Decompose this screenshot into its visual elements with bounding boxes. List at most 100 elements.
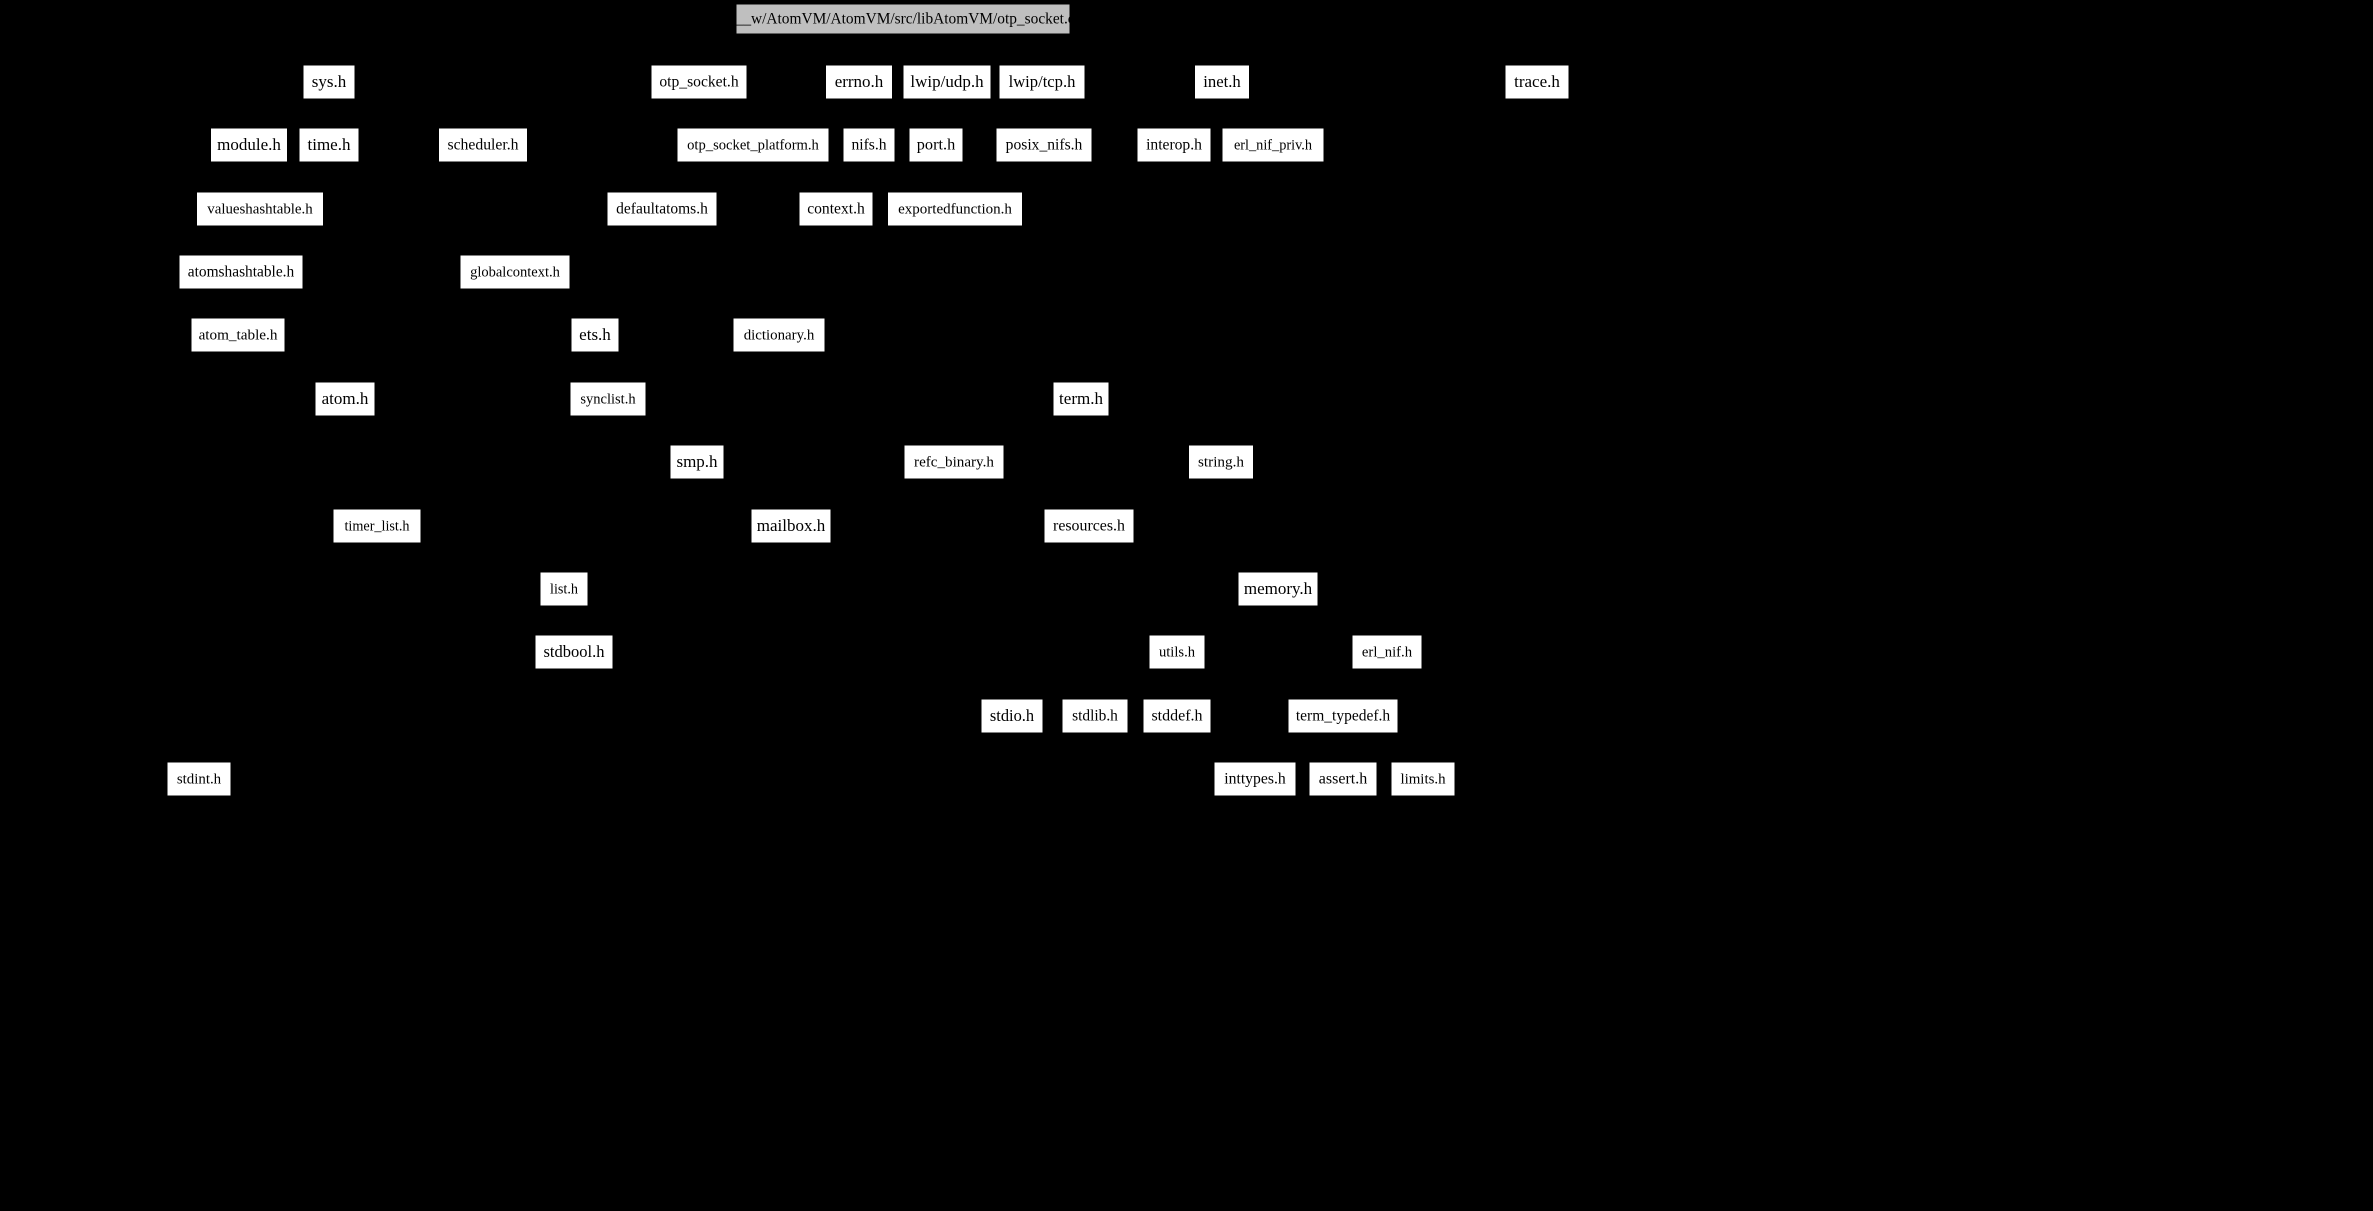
graph-node[interactable]: list.h — [539, 571, 589, 607]
node-box[interactable] — [539, 571, 589, 607]
graph-node[interactable]: resources.h — [1043, 508, 1135, 544]
node-box[interactable] — [995, 127, 1093, 163]
graph-node[interactable]: synclist.h — [569, 381, 647, 417]
node-box[interactable] — [534, 634, 614, 670]
node-box[interactable] — [332, 508, 422, 544]
graph-node[interactable]: inttypes.h — [1213, 761, 1297, 797]
graph-node[interactable]: string.h — [1188, 444, 1254, 480]
graph-node[interactable]: assert.h — [1308, 761, 1378, 797]
node-box[interactable] — [650, 64, 748, 100]
graph-node[interactable]: stdlib.h — [1061, 698, 1129, 734]
graph-node[interactable]: erl_nif_priv.h — [1221, 127, 1325, 163]
graph-node[interactable]: time.h — [298, 127, 360, 163]
graph-node[interactable]: scheduler.h — [438, 127, 528, 163]
node-box[interactable] — [750, 508, 832, 544]
graph-node[interactable]: utils.h — [1148, 634, 1206, 670]
node-box[interactable] — [438, 127, 528, 163]
node-box[interactable] — [825, 64, 893, 100]
node-box[interactable] — [298, 127, 360, 163]
node-box[interactable] — [178, 254, 304, 290]
node-box[interactable] — [459, 254, 571, 290]
graph-node[interactable]: mailbox.h — [750, 508, 832, 544]
node-box[interactable] — [196, 191, 324, 227]
node-box[interactable] — [302, 64, 356, 100]
node-box[interactable] — [1043, 508, 1135, 544]
node-box[interactable] — [887, 191, 1023, 227]
node-box[interactable] — [998, 64, 1086, 100]
node-box[interactable] — [1148, 634, 1206, 670]
node-box[interactable] — [669, 444, 725, 480]
graph-node[interactable]: smp.h — [669, 444, 725, 480]
node-box[interactable] — [1188, 444, 1254, 480]
graph-node[interactable]: context.h — [798, 191, 874, 227]
node-box[interactable] — [1136, 127, 1212, 163]
node-box[interactable] — [1308, 761, 1378, 797]
node-box[interactable] — [732, 317, 826, 353]
graph-canvas: /__w/AtomVM/AtomVM/src/libAtomVM/otp_soc… — [0, 0, 1570, 797]
graph-node[interactable]: term_typedef.h — [1287, 698, 1399, 734]
node-box[interactable] — [1504, 64, 1570, 100]
node-box[interactable] — [1052, 381, 1110, 417]
graph-node[interactable]: defaultatoms.h — [606, 191, 718, 227]
graph-node[interactable]: stdio.h — [980, 698, 1044, 734]
node-box[interactable] — [1287, 698, 1399, 734]
graph-node[interactable]: nifs.h — [842, 127, 896, 163]
edges-layer — [201, 65, 1517, 762]
graph-node[interactable]: limits.h — [1390, 761, 1456, 797]
node-box[interactable] — [1351, 634, 1423, 670]
node-box[interactable] — [210, 127, 288, 163]
node-box[interactable] — [1390, 761, 1456, 797]
graph-node[interactable]: trace.h — [1504, 64, 1570, 100]
node-box[interactable] — [676, 127, 830, 163]
graph-node[interactable]: erl_nif.h — [1351, 634, 1423, 670]
node-box[interactable] — [1221, 127, 1325, 163]
graph-node[interactable]: otp_socket.h — [650, 64, 748, 100]
node-box[interactable] — [1237, 571, 1319, 607]
node-box[interactable] — [1194, 64, 1250, 100]
graph-node[interactable]: memory.h — [1237, 571, 1319, 607]
graph-node[interactable]: stdint.h — [166, 761, 232, 797]
nodes-layer: /__w/AtomVM/AtomVM/src/libAtomVM/otp_soc… — [166, 3, 1570, 797]
node-box[interactable] — [908, 127, 964, 163]
graph-node[interactable]: port.h — [908, 127, 964, 163]
graph-node[interactable]: inet.h — [1194, 64, 1250, 100]
graph-node[interactable]: sys.h — [302, 64, 356, 100]
node-box[interactable] — [190, 317, 286, 353]
include-dependency-graph: /__w/AtomVM/AtomVM/src/libAtomVM/otp_soc… — [0, 0, 2373, 1211]
graph-node[interactable]: valueshashtable.h — [196, 191, 324, 227]
node-box[interactable] — [735, 3, 1071, 35]
graph-node[interactable]: lwip/tcp.h — [998, 64, 1086, 100]
node-box[interactable] — [980, 698, 1044, 734]
node-box[interactable] — [902, 64, 992, 100]
graph-node[interactable]: posix_nifs.h — [995, 127, 1093, 163]
node-box[interactable] — [903, 444, 1005, 480]
graph-node[interactable]: term.h — [1052, 381, 1110, 417]
graph-node[interactable]: stddef.h — [1142, 698, 1212, 734]
graph-node-root[interactable]: /__w/AtomVM/AtomVM/src/libAtomVM/otp_soc… — [731, 3, 1075, 35]
graph-node[interactable]: atomshashtable.h — [178, 254, 304, 290]
node-box[interactable] — [1061, 698, 1129, 734]
graph-node[interactable]: stdbool.h — [534, 634, 614, 670]
node-box[interactable] — [1142, 698, 1212, 734]
graph-node[interactable]: otp_socket_platform.h — [676, 127, 830, 163]
node-box[interactable] — [166, 761, 232, 797]
node-box[interactable] — [606, 191, 718, 227]
node-box[interactable] — [842, 127, 896, 163]
graph-node[interactable]: atom_table.h — [190, 317, 286, 353]
graph-node[interactable]: atom.h — [314, 381, 376, 417]
graph-node[interactable]: module.h — [210, 127, 288, 163]
graph-node[interactable]: exportedfunction.h — [887, 191, 1023, 227]
graph-node[interactable]: refc_binary.h — [903, 444, 1005, 480]
graph-node[interactable]: ets.h — [570, 317, 620, 353]
node-box[interactable] — [798, 191, 874, 227]
node-box[interactable] — [314, 381, 376, 417]
graph-node[interactable]: interop.h — [1136, 127, 1212, 163]
graph-node[interactable]: timer_list.h — [332, 508, 422, 544]
graph-node[interactable]: errno.h — [825, 64, 893, 100]
graph-node[interactable]: globalcontext.h — [459, 254, 571, 290]
node-box[interactable] — [569, 381, 647, 417]
node-box[interactable] — [1213, 761, 1297, 797]
graph-node[interactable]: lwip/udp.h — [902, 64, 992, 100]
graph-node[interactable]: dictionary.h — [732, 317, 826, 353]
node-box[interactable] — [570, 317, 620, 353]
